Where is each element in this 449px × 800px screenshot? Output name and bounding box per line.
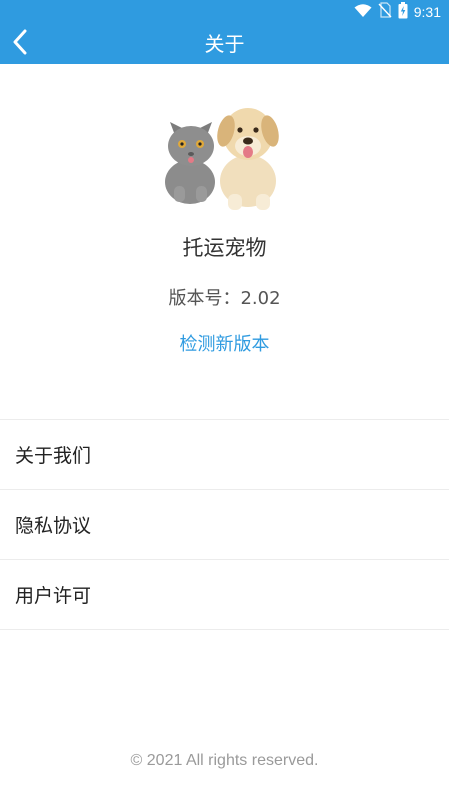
app-info-section: 托运宠物 版本号：2.02 检测新版本 [0, 64, 449, 384]
top-app-bar: 9:31 关于 [0, 0, 449, 64]
dog-image [217, 108, 279, 210]
navigation-bar: 关于 [0, 24, 449, 64]
status-time: 9:31 [413, 4, 441, 20]
status-bar: 9:31 [0, 0, 449, 24]
wifi-icon [354, 3, 372, 22]
check-update-link[interactable]: 检测新版本 [0, 330, 449, 356]
no-signal-icon [378, 2, 392, 22]
menu-item-user-license[interactable]: 用户许可 [0, 560, 449, 630]
menu-item-label: 隐私协议 [15, 515, 92, 537]
app-name: 托运宠物 [182, 236, 267, 260]
status-icons: 9:31 [354, 1, 441, 23]
cat-image [165, 122, 215, 204]
menu-item-privacy-policy[interactable]: 隐私协议 [0, 490, 449, 560]
menu-item-label: 用户许可 [15, 585, 92, 607]
cat-and-dog-image [160, 86, 290, 211]
copyright-text: © 2021 All rights reserved. [130, 752, 319, 769]
settings-menu: 关于我们 隐私协议 用户许可 [0, 420, 449, 630]
menu-item-about-us[interactable]: 关于我们 [0, 420, 449, 490]
menu-item-label: 关于我们 [15, 445, 92, 467]
page-title: 关于 [204, 32, 245, 56]
version-text: 版本号：2.02 [168, 288, 281, 309]
battery-charging-icon [398, 1, 408, 23]
